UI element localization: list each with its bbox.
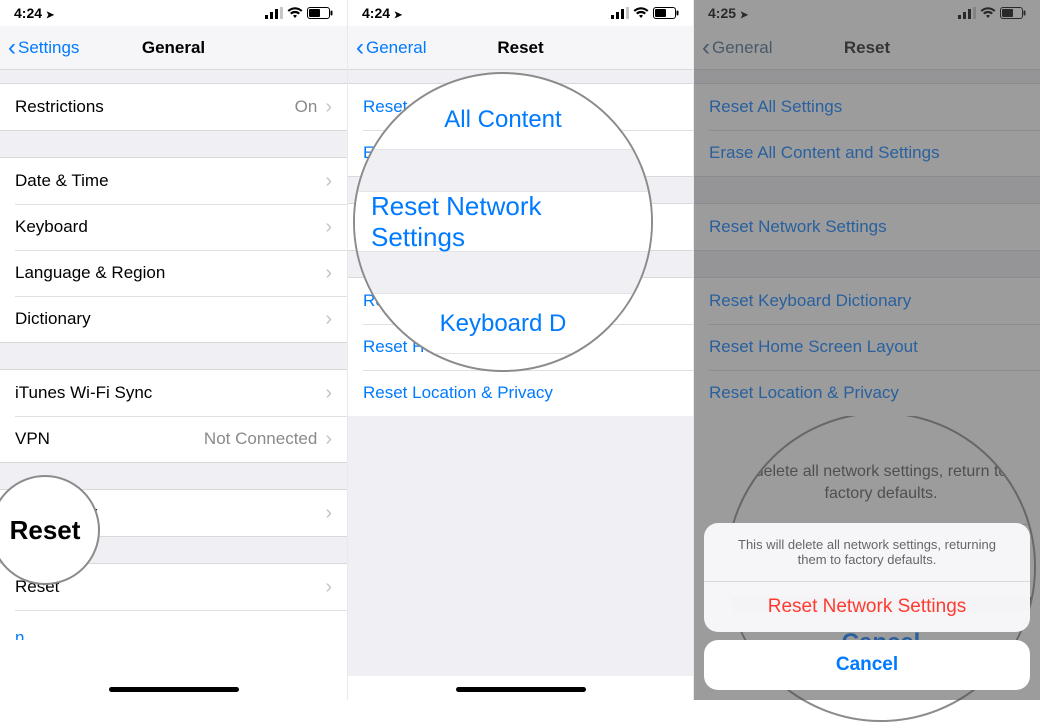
panel-reset-confirm: 4:25 ➤ ‹General Reset Reset All Settings… [694,0,1040,700]
status-right [611,7,679,19]
signal-icon [265,7,283,19]
action-sheet-card: This will delete all network settings, r… [704,523,1030,632]
cell-label: Restrictions [15,97,295,117]
action-sheet: This will delete all network settings, r… [704,523,1030,690]
chevron-right-icon: › [325,502,332,525]
battery-icon [653,7,679,19]
empty-space [348,416,693,676]
home-indicator[interactable] [109,687,239,692]
battery-icon [307,7,333,19]
row-dictionary[interactable]: Dictionary› [0,296,347,342]
mag-row-resetnet: Reset Network Settings [355,192,651,252]
chevron-right-icon: › [325,382,332,405]
status-right [265,7,333,19]
back-label: General [366,38,426,58]
status-bar: 4:24 ➤ [348,0,693,26]
wifi-icon [287,7,303,19]
back-button[interactable]: ‹Settings [8,36,79,60]
chevron-right-icon: › [325,216,332,239]
action-reset-network[interactable]: Reset Network Settings [704,582,1030,632]
row-langregion[interactable]: Language & Region› [0,250,347,296]
row-vpn[interactable]: VPNNot Connected› [0,416,347,462]
back-button[interactable]: ‹General [356,36,426,60]
row-reset-location[interactable]: Reset Location & Privacy [348,370,693,416]
chevron-right-icon: › [325,428,332,451]
panel-general: 4:24 ➤ ‹Settings General Restrictions On… [0,0,348,700]
chevron-right-icon: › [325,576,332,599]
nav-bar: ‹General Reset [348,26,693,70]
row-datetime[interactable]: Date & Time› [0,158,347,204]
row-shutdown[interactable]: n [0,610,347,640]
back-label: Settings [18,38,79,58]
magnifier-reset-network: All Content Reset Network Settings Keybo… [353,72,653,372]
group-gap [0,70,347,84]
nav-title: Reset [497,38,543,58]
action-cancel[interactable]: Cancel [704,640,1030,690]
group-gap [0,342,347,370]
chevron-left-icon: ‹ [356,36,364,60]
chevron-right-icon: › [325,170,332,193]
nav-title: General [142,38,205,58]
chevron-right-icon: › [325,262,332,285]
magnifier-text: Reset [10,515,81,546]
status-time: 4:24 ➤ [362,5,402,21]
wifi-icon [633,7,649,19]
row-itunes-sync[interactable]: iTunes Wi-Fi Sync› [0,370,347,416]
chevron-right-icon: › [325,96,332,119]
group-gap [0,130,347,158]
status-bar: 4:24 ➤ [0,0,347,26]
status-time: 4:24 ➤ [14,5,54,21]
signal-icon [611,7,629,19]
row-keyboard[interactable]: Keyboard› [0,204,347,250]
row-restrictions[interactable]: Restrictions On › [0,84,347,130]
home-indicator[interactable] [456,687,586,692]
cell-detail: On [295,97,318,117]
chevron-left-icon: ‹ [8,36,16,60]
chevron-right-icon: › [325,308,332,331]
nav-bar: ‹Settings General [0,26,347,70]
action-sheet-message: This will delete all network settings, r… [704,523,1030,581]
